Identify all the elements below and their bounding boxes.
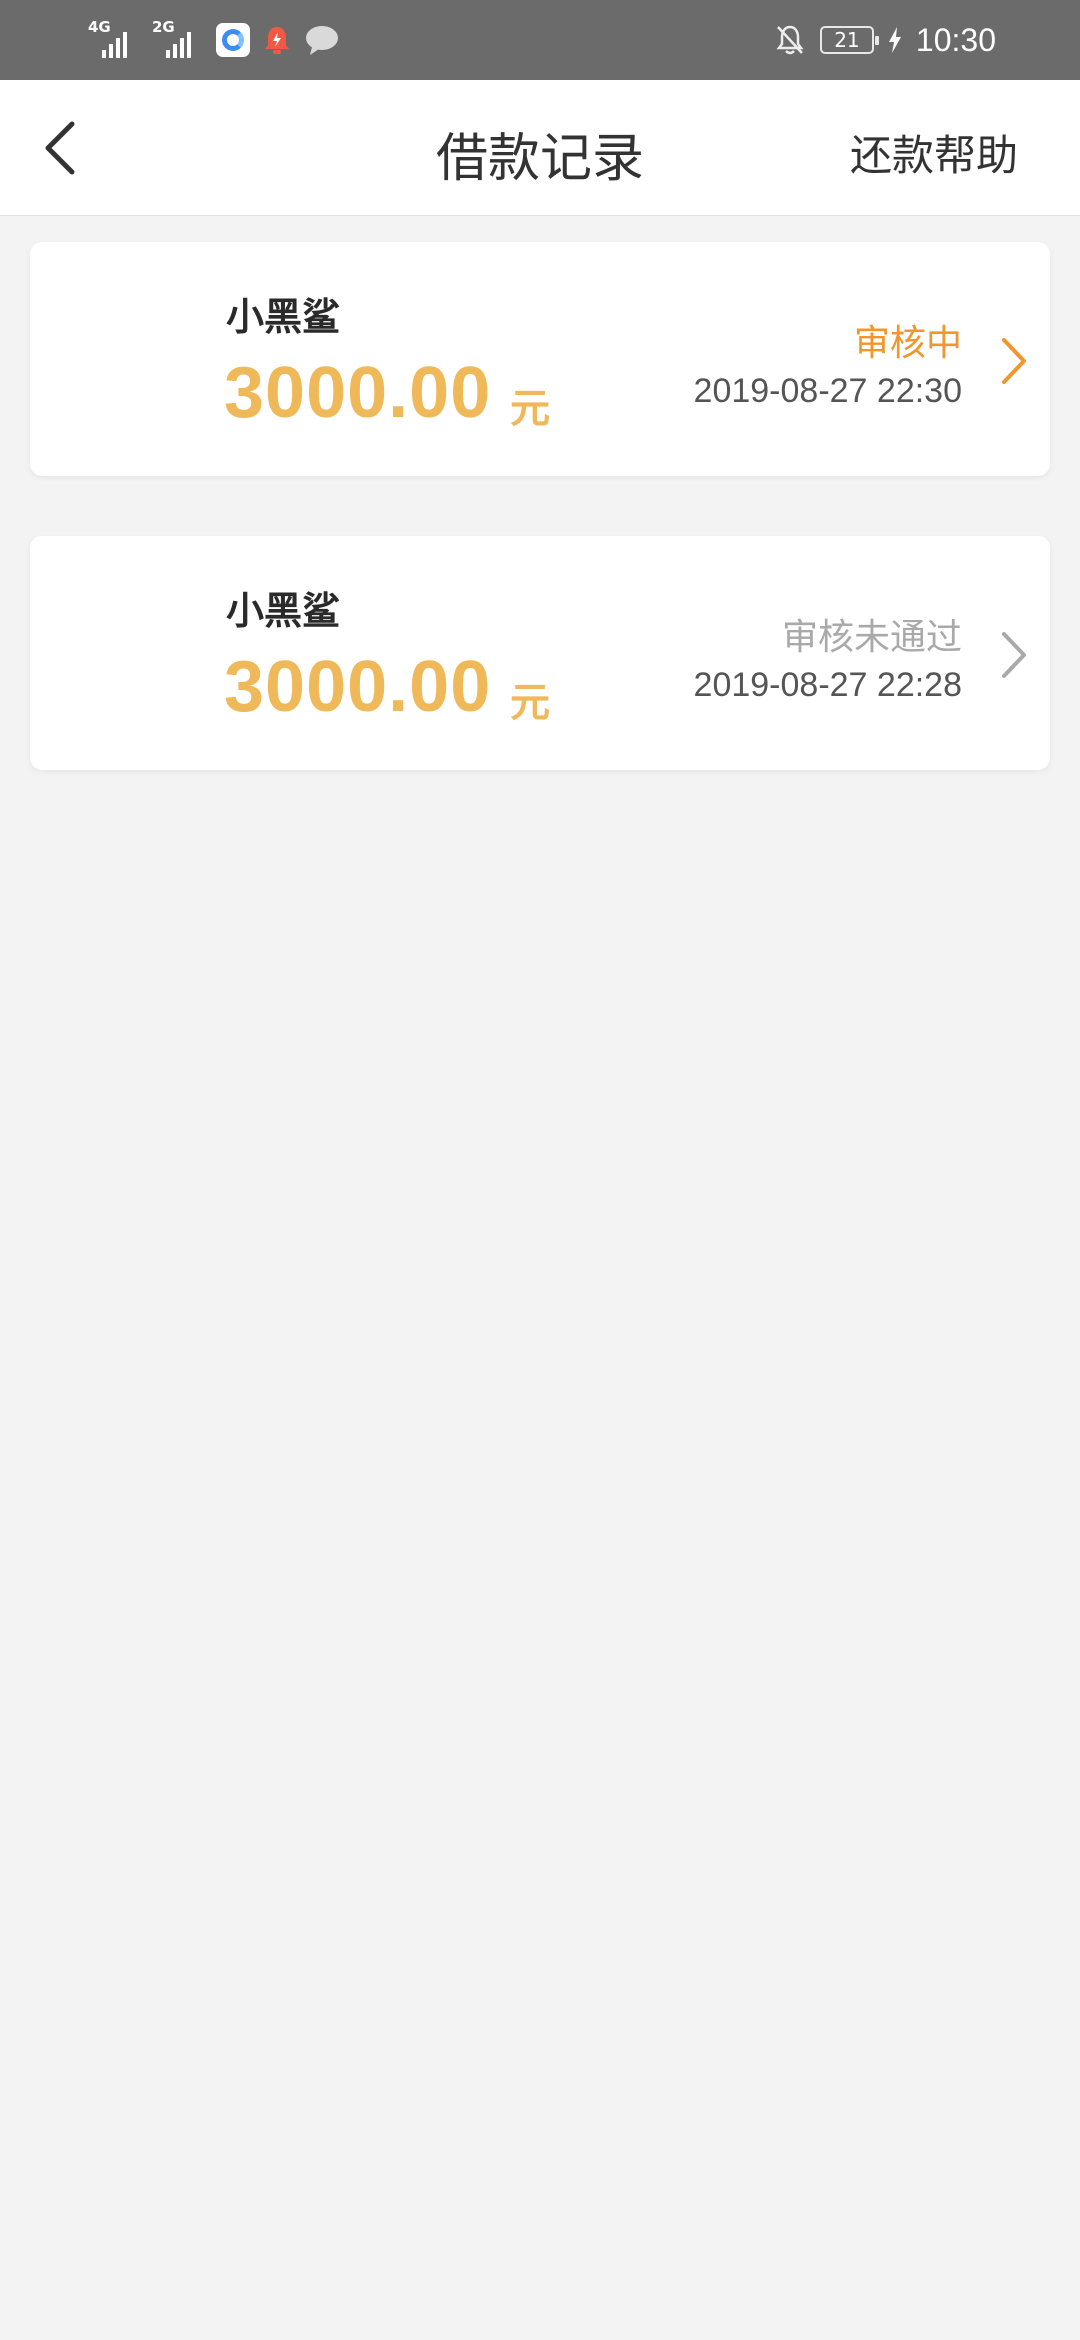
record-date: 2019-08-27 22:30 [693,372,962,410]
currency-unit: 元 [510,680,550,726]
nav-bar: 借款记录 还款帮助 [0,80,1080,216]
chevron-right-icon[interactable] [996,628,1032,682]
alarm-notification-icon [265,27,289,54]
notifications-off-icon [776,25,804,55]
lender-name: 小黑鲨 [226,589,341,633]
browser-app-icon [216,23,250,57]
repayment-help-link[interactable]: 还款帮助 [850,122,1018,183]
lender-name: 小黑鲨 [226,295,341,339]
loan-record-card[interactable]: 小黑鲨 3000.00 元 审核中 2019-08-27 22:30 [30,242,1050,476]
status-left: 4G 2G [88,18,340,62]
battery-indicator: 21 [819,26,879,54]
status-right: 21 10:30 [774,18,996,62]
signal-icon-2: 2G [152,18,206,62]
clock: 10:30 [915,21,996,58]
loan-record-card[interactable]: 小黑鲨 3000.00 元 审核未通过 2019-08-27 22:28 [30,536,1050,770]
review-status: 审核未通过 [781,617,962,658]
loan-amount: 3000.00 [224,647,492,727]
review-status: 审核中 [853,323,962,364]
status-bar: 4G 2G 21 10:30 [0,0,1080,80]
charging-icon [888,27,901,53]
loan-amount: 3000.00 [224,353,492,433]
signal-icon: 4G [88,18,142,62]
currency-unit: 元 [510,386,550,432]
record-date: 2019-08-27 22:28 [693,666,962,704]
chevron-right-icon[interactable] [996,334,1032,388]
message-icon [306,26,338,55]
